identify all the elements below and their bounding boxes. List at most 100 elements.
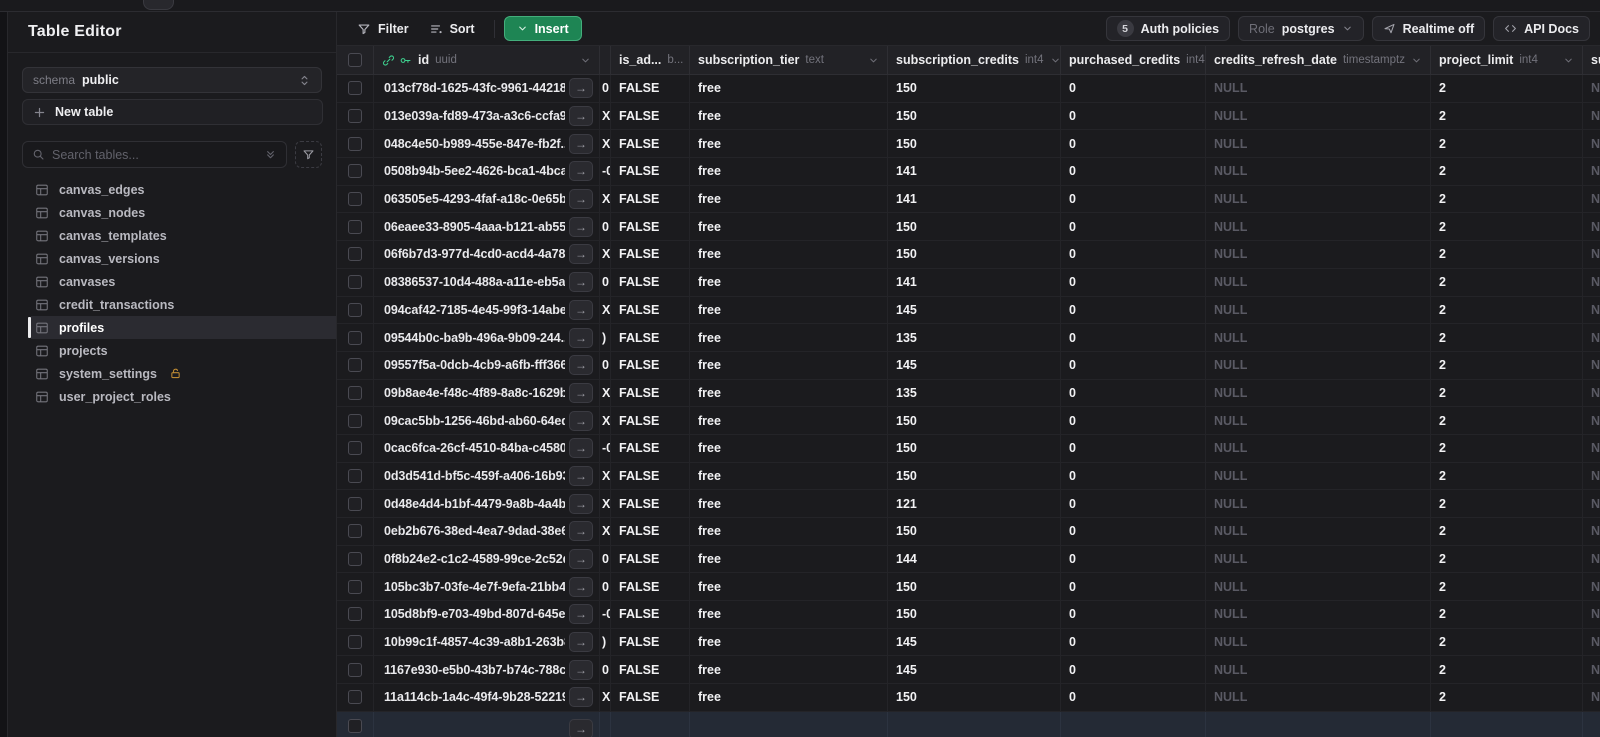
expand-row-button[interactable]: → [569, 438, 593, 459]
cell-clipped[interactable]: X [600, 241, 611, 268]
cell-id[interactable]: 09b8ae4e-f48c-4f89-8a8c-1629b... → [374, 379, 600, 407]
expand-row-button[interactable]: → [569, 718, 593, 737]
sidebar-item-canvases[interactable]: canvases [31, 270, 336, 293]
cell-subscription-credits[interactable]: 150 [888, 241, 1061, 268]
cell-id[interactable]: 08386537-10d4-488a-a11e-eb5a6... → [374, 268, 600, 296]
cell-subscription-credits[interactable]: 145 [888, 656, 1061, 684]
cell-subscription-tier[interactable]: free [690, 490, 888, 517]
realtime-toggle-button[interactable]: Realtime off [1371, 16, 1486, 41]
cell-trailing[interactable]: NULL [1583, 684, 1600, 711]
schema-select[interactable]: schema public [22, 67, 322, 93]
column-header[interactable]: is_ad... b... [611, 46, 690, 74]
cell-project-limit[interactable]: 2 [1431, 296, 1583, 324]
cell-id[interactable]: → [374, 711, 600, 737]
cell-is-admin[interactable]: FALSE [611, 628, 690, 656]
cell-is-admin[interactable]: FALSE [611, 268, 690, 296]
filter-button[interactable]: Filter [347, 18, 419, 40]
double-chevron-down-icon[interactable] [264, 148, 277, 161]
column-header[interactable]: su [1583, 46, 1600, 74]
cell-clipped[interactable]: X [600, 684, 611, 711]
cell-subscription-credits[interactable]: 150 [888, 518, 1061, 545]
cell-project-limit[interactable]: 2 [1431, 573, 1583, 601]
auth-policies-button[interactable]: 5 Auth policies [1105, 16, 1231, 41]
search-tables-input[interactable]: Search tables... [22, 141, 287, 168]
cell-subscription-tier[interactable]: free [690, 351, 888, 379]
cell-subscription-credits[interactable]: 150 [888, 213, 1061, 241]
cell-is-admin[interactable]: FALSE [611, 185, 690, 213]
cell-is-admin[interactable]: FALSE [611, 102, 690, 130]
cell-project-limit[interactable]: 2 [1431, 324, 1583, 351]
cell-trailing[interactable]: NULL [1583, 103, 1600, 130]
cell-clipped[interactable]: 0 [600, 75, 611, 102]
cell-project-limit[interactable]: 2 [1431, 684, 1583, 711]
cell-trailing[interactable] [1583, 712, 1600, 737]
cell-trailing[interactable]: NULL [1583, 518, 1600, 545]
new-table-button[interactable]: New table [22, 99, 323, 125]
cell-purchased-credits[interactable]: 0 [1061, 628, 1206, 656]
cell-id[interactable]: 048c4e50-b989-455e-847e-fb2f... → [374, 130, 600, 158]
sidebar-item-canvas_versions[interactable]: canvas_versions [31, 247, 336, 270]
cell-subscription-tier[interactable]: free [690, 130, 888, 158]
cell-is-admin[interactable]: FALSE [611, 684, 690, 711]
cell-trailing[interactable]: NULL [1583, 269, 1600, 296]
cell-purchased-credits[interactable]: 0 [1061, 351, 1206, 379]
cell-clipped[interactable]: X [600, 102, 611, 130]
cell-id[interactable]: 0cac6fca-26cf-4510-84ba-c4580... → [374, 434, 600, 462]
cell-credits-refresh-date[interactable]: NULL [1206, 296, 1431, 324]
cell-credits-refresh-date[interactable]: NULL [1206, 185, 1431, 213]
row-checkbox[interactable] [348, 579, 362, 594]
cell-project-limit[interactable]: 2 [1431, 158, 1583, 185]
cell-clipped[interactable]: X [600, 462, 611, 490]
cell-subscription-tier[interactable]: free [690, 102, 888, 130]
cell-project-limit[interactable]: 2 [1431, 351, 1583, 379]
row-checkbox[interactable] [348, 358, 362, 373]
cell-trailing[interactable]: NULL [1583, 213, 1600, 240]
cell-subscription-tier[interactable]: free [690, 601, 888, 628]
cell-purchased-credits[interactable]: 0 [1061, 573, 1206, 601]
insert-button[interactable]: Insert [503, 16, 582, 41]
cell-is-admin[interactable] [611, 711, 690, 737]
row-checkbox[interactable] [348, 468, 362, 483]
cell-is-admin[interactable]: FALSE [611, 462, 690, 490]
cell-purchased-credits[interactable]: 0 [1061, 601, 1206, 628]
row-checkbox[interactable] [348, 413, 362, 428]
cell-clipped[interactable]: -0 [600, 434, 611, 462]
cell-subscription-tier[interactable]: free [690, 434, 888, 462]
cell-clipped[interactable]: X [600, 407, 611, 434]
expand-row-button[interactable]: → [569, 632, 593, 653]
cell-subscription-credits[interactable]: 141 [888, 158, 1061, 185]
row-checkbox[interactable] [348, 109, 362, 124]
cell-credits-refresh-date[interactable]: NULL [1206, 490, 1431, 517]
expand-row-button[interactable]: → [569, 576, 593, 597]
row-checkbox[interactable] [348, 136, 362, 151]
cell-subscription-credits[interactable]: 150 [888, 684, 1061, 711]
sidebar-item-system_settings[interactable]: system_settings [31, 362, 336, 385]
cell-clipped[interactable]: -0 [600, 601, 611, 628]
cell-id[interactable]: 0f8b24e2-c1c2-4589-99ce-2c52d... → [374, 545, 600, 573]
expand-row-button[interactable]: → [569, 465, 593, 486]
cell-id[interactable]: 0d48e4d4-b1bf-4479-9a8b-4a4b... → [374, 490, 600, 517]
cell-id[interactable]: 0508b94b-5ee2-4626-bca1-4bca... → [374, 158, 600, 185]
cell-project-limit[interactable]: 2 [1431, 75, 1583, 102]
cell-subscription-tier[interactable]: free [690, 462, 888, 490]
cell-purchased-credits[interactable]: 0 [1061, 296, 1206, 324]
cell-trailing[interactable]: NULL [1583, 241, 1600, 268]
cell-clipped[interactable]: 0 [600, 545, 611, 573]
cell-clipped[interactable]: ) [600, 628, 611, 656]
cell-id[interactable]: 013cf78d-1625-43fc-9961-442189... → [374, 75, 600, 102]
sidebar-item-projects[interactable]: projects [31, 339, 336, 362]
cell-subscription-tier[interactable]: free [690, 296, 888, 324]
cell-clipped[interactable]: X [600, 130, 611, 158]
row-checkbox[interactable] [348, 690, 362, 705]
cell-credits-refresh-date[interactable]: NULL [1206, 75, 1431, 102]
cell-project-limit[interactable]: 2 [1431, 490, 1583, 517]
cell-purchased-credits[interactable]: 0 [1061, 324, 1206, 351]
cell-id[interactable]: 10b99c1f-4857-4c39-a8b1-263b8... → [374, 628, 600, 656]
cell-subscription-tier[interactable]: free [690, 75, 888, 102]
cell-trailing[interactable]: NULL [1583, 546, 1600, 573]
cell-subscription-credits[interactable]: 150 [888, 462, 1061, 490]
cell-subscription-tier[interactable]: free [690, 628, 888, 656]
row-checkbox[interactable] [348, 496, 362, 511]
cell-purchased-credits[interactable]: 0 [1061, 379, 1206, 407]
cell-credits-refresh-date[interactable]: NULL [1206, 213, 1431, 241]
